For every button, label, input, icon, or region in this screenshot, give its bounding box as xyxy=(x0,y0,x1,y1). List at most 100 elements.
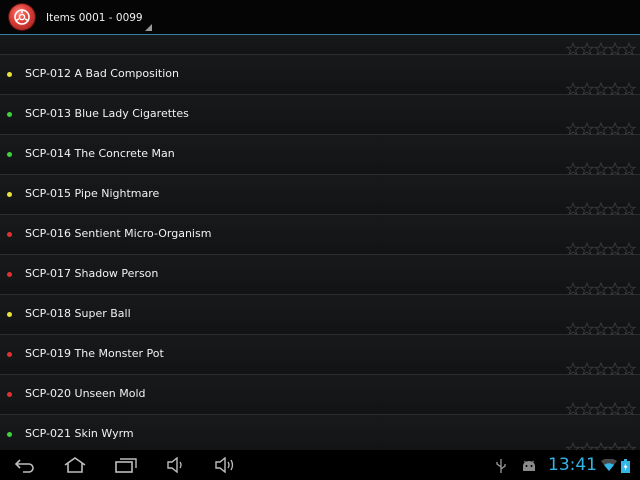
star-outline-icon[interactable] xyxy=(622,122,636,136)
star-outline-icon[interactable] xyxy=(566,322,580,336)
star-outline-icon[interactable] xyxy=(622,42,636,56)
app-logo-icon[interactable] xyxy=(9,4,35,30)
star-outline-icon[interactable] xyxy=(594,362,608,376)
star-outline-icon[interactable] xyxy=(566,82,580,96)
recent-apps-icon[interactable] xyxy=(115,457,137,473)
rating-stars[interactable] xyxy=(566,362,636,376)
star-outline-icon[interactable] xyxy=(608,162,622,176)
star-outline-icon[interactable] xyxy=(594,282,608,296)
list-item[interactable]: SCP-013 Blue Lady Cigarettes xyxy=(0,95,640,136)
star-outline-icon[interactable] xyxy=(594,202,608,216)
star-outline-icon[interactable] xyxy=(622,362,636,376)
android-debug-icon xyxy=(523,460,535,471)
star-outline-icon[interactable] xyxy=(580,322,594,336)
star-outline-icon[interactable] xyxy=(622,282,636,296)
status-dot-icon xyxy=(7,432,12,437)
star-outline-icon[interactable] xyxy=(622,202,636,216)
item-title: SCP-019 The Monster Pot xyxy=(25,347,164,360)
rating-stars[interactable] xyxy=(566,162,636,176)
star-outline-icon[interactable] xyxy=(608,442,622,450)
star-outline-icon[interactable] xyxy=(580,82,594,96)
rating-stars[interactable] xyxy=(566,42,636,56)
star-outline-icon[interactable] xyxy=(566,282,580,296)
list-item[interactable]: SCP-021 Skin Wyrm xyxy=(0,415,640,450)
star-outline-icon[interactable] xyxy=(566,202,580,216)
star-outline-icon[interactable] xyxy=(566,122,580,136)
volume-up-icon[interactable] xyxy=(214,457,236,473)
rating-stars[interactable] xyxy=(566,242,636,256)
star-outline-icon[interactable] xyxy=(622,442,636,450)
star-outline-icon[interactable] xyxy=(580,402,594,416)
home-icon[interactable] xyxy=(63,457,87,473)
rating-stars[interactable] xyxy=(566,442,636,450)
star-outline-icon[interactable] xyxy=(594,42,608,56)
item-range-label: Items 0001 - 0099 xyxy=(46,12,143,24)
star-outline-icon[interactable] xyxy=(580,42,594,56)
wifi-icon xyxy=(601,459,617,471)
list-item[interactable]: SCP-012 A Bad Composition xyxy=(0,55,640,96)
rating-stars[interactable] xyxy=(566,282,636,296)
star-outline-icon[interactable] xyxy=(594,82,608,96)
star-outline-icon[interactable] xyxy=(580,162,594,176)
scp-item-list[interactable]: SCP-012 A Bad Composition SCP-013 Blue La… xyxy=(0,35,640,450)
star-outline-icon[interactable] xyxy=(566,402,580,416)
list-item[interactable] xyxy=(0,35,640,56)
star-outline-icon[interactable] xyxy=(566,442,580,450)
star-outline-icon[interactable] xyxy=(580,242,594,256)
spinner-dropdown-icon xyxy=(145,24,152,31)
list-item[interactable]: SCP-020 Unseen Mold xyxy=(0,375,640,416)
star-outline-icon[interactable] xyxy=(622,82,636,96)
star-outline-icon[interactable] xyxy=(594,402,608,416)
star-outline-icon[interactable] xyxy=(608,42,622,56)
status-dot-icon xyxy=(7,272,12,277)
star-outline-icon[interactable] xyxy=(608,202,622,216)
star-outline-icon[interactable] xyxy=(566,242,580,256)
star-outline-icon[interactable] xyxy=(608,402,622,416)
list-item[interactable]: SCP-015 Pipe Nightmare xyxy=(0,175,640,216)
rating-stars[interactable] xyxy=(566,322,636,336)
star-outline-icon[interactable] xyxy=(622,402,636,416)
star-outline-icon[interactable] xyxy=(580,202,594,216)
item-range-spinner[interactable]: Items 0001 - 0099 xyxy=(40,0,154,33)
star-outline-icon[interactable] xyxy=(608,322,622,336)
star-outline-icon[interactable] xyxy=(580,122,594,136)
star-outline-icon[interactable] xyxy=(580,442,594,450)
action-bar: Items 0001 - 0099 xyxy=(0,0,640,35)
list-item[interactable]: SCP-019 The Monster Pot xyxy=(0,335,640,376)
status-dot-icon xyxy=(7,232,12,237)
list-item[interactable]: SCP-016 Sentient Micro-Organism xyxy=(0,215,640,256)
item-title: SCP-012 A Bad Composition xyxy=(25,67,179,80)
star-outline-icon[interactable] xyxy=(566,362,580,376)
star-outline-icon[interactable] xyxy=(594,322,608,336)
star-outline-icon[interactable] xyxy=(566,162,580,176)
star-outline-icon[interactable] xyxy=(622,322,636,336)
rating-stars[interactable] xyxy=(566,122,636,136)
star-outline-icon[interactable] xyxy=(594,162,608,176)
star-outline-icon[interactable] xyxy=(622,162,636,176)
star-outline-icon[interactable] xyxy=(622,242,636,256)
list-item[interactable]: SCP-014 The Concrete Man xyxy=(0,135,640,176)
item-title: SCP-016 Sentient Micro-Organism xyxy=(25,227,212,240)
item-title: SCP-014 The Concrete Man xyxy=(25,147,175,160)
list-item[interactable]: SCP-018 Super Ball xyxy=(0,295,640,336)
star-outline-icon[interactable] xyxy=(608,362,622,376)
star-outline-icon[interactable] xyxy=(594,442,608,450)
star-outline-icon[interactable] xyxy=(566,42,580,56)
volume-down-icon[interactable] xyxy=(166,457,186,473)
star-outline-icon[interactable] xyxy=(580,282,594,296)
status-dot-icon xyxy=(7,152,12,157)
status-dot-icon xyxy=(7,352,12,357)
star-outline-icon[interactable] xyxy=(608,82,622,96)
list-item[interactable]: SCP-017 Shadow Person xyxy=(0,255,640,296)
star-outline-icon[interactable] xyxy=(594,242,608,256)
item-title: SCP-021 Skin Wyrm xyxy=(25,427,134,440)
rating-stars[interactable] xyxy=(566,202,636,216)
star-outline-icon[interactable] xyxy=(608,282,622,296)
rating-stars[interactable] xyxy=(566,82,636,96)
star-outline-icon[interactable] xyxy=(594,122,608,136)
star-outline-icon[interactable] xyxy=(608,242,622,256)
star-outline-icon[interactable] xyxy=(608,122,622,136)
star-outline-icon[interactable] xyxy=(580,362,594,376)
back-icon[interactable] xyxy=(14,457,36,473)
rating-stars[interactable] xyxy=(566,402,636,416)
